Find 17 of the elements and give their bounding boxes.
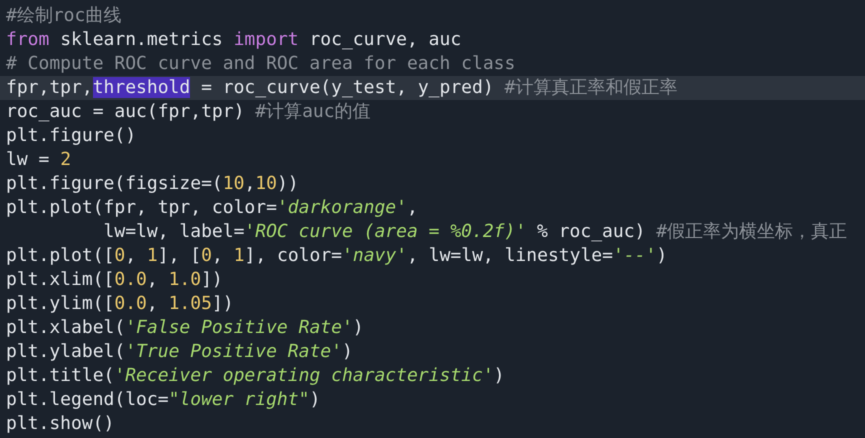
code-line: plt.figure() — [5, 124, 138, 148]
code-line: plt.xlim([0.0, 1.0]) — [5, 268, 224, 292]
code-line: lw = 2 — [5, 148, 72, 172]
code-line: plt.xlabel('False Positive Rate') — [5, 316, 365, 340]
code-line: # Compute ROC curve and ROC area for each class — [5, 52, 516, 76]
code-line: plt.plot(fpr, tpr, color='darkorange', — [5, 196, 419, 220]
code-line: plt.ylabel('True Positive Rate') — [5, 340, 354, 364]
code-line: plt.show() — [5, 412, 116, 436]
code-line: from sklearn.metrics import roc_curve, auc — [5, 28, 462, 52]
code-line: plt.plot([0, 1], [0, 1], color='navy', lw=lw, linestyle='--') — [5, 244, 668, 268]
code-line: plt.legend(loc="lower right") — [5, 388, 322, 412]
code-line: plt.title('Receiver operating characteristic') — [5, 364, 506, 388]
code-line: roc_auc = auc(fpr,tpr) #计算auc的值 — [5, 100, 372, 124]
code-line: plt.ylim([0.0, 1.05]) — [5, 292, 235, 316]
code-line: plt.figure(figsize=(10,10)) — [5, 172, 300, 196]
code-line: #绘制roc曲线 — [5, 4, 122, 28]
code-line: lw=lw, label='ROC curve (area = %0.2f)' % roc_auc) #假正率为横坐标，真正 — [102, 220, 848, 244]
